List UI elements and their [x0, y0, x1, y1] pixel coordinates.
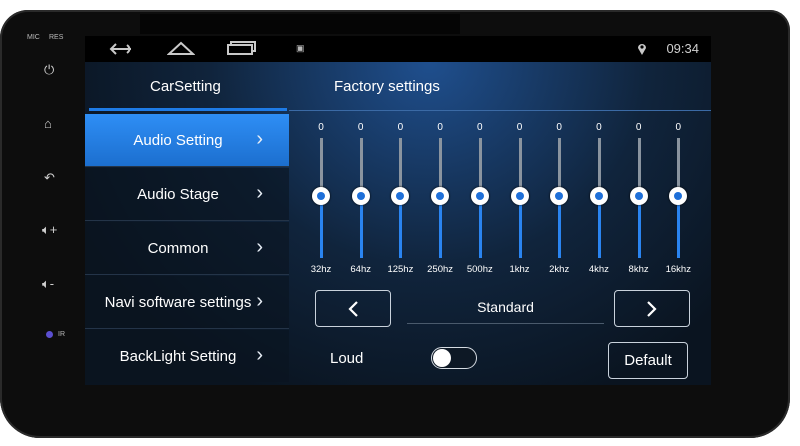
back-nav-icon[interactable] — [107, 42, 133, 56]
toggle-thumb — [433, 349, 451, 367]
eq-slider-knob[interactable] — [391, 187, 410, 205]
loud-toggle[interactable] — [431, 347, 477, 369]
menu-item-backlight-setting[interactable]: BackLight Setting › — [85, 330, 289, 382]
eq-slider-fill — [637, 196, 641, 258]
tab-divider — [289, 110, 711, 111]
back-hw-icon[interactable]: ↶ — [44, 170, 55, 186]
eq-band-frequency: 32hz — [310, 264, 332, 275]
eq-band-frequency: 250hz — [427, 264, 454, 275]
ir-label: IR — [58, 331, 65, 338]
tab-carsetting[interactable]: CarSetting — [150, 78, 221, 95]
chevron-right-icon: › — [256, 344, 263, 366]
eq-slider-knob[interactable] — [470, 187, 489, 205]
eq-band-value: 0 — [516, 122, 523, 133]
eq-band-value: 0 — [397, 122, 404, 133]
eq-band-frequency: 2khz — [549, 264, 570, 275]
eq-slider-knob[interactable] — [669, 187, 688, 205]
status-clock: 09:34 — [666, 41, 699, 56]
eq-slider-fill — [439, 196, 443, 258]
menu-item-navi-software[interactable]: Navi software settings › — [85, 276, 289, 329]
menu-item-audio-stage[interactable]: Audio Stage › — [85, 168, 289, 221]
eq-band-frequency: 125hz — [387, 264, 414, 275]
equalizer-panel: 0 32hz 0 64hz 0 125hz 0 250hz 0 500hz 0 1khz 0 2khz 0 4… — [289, 114, 711, 385]
power-icon[interactable]: ⏻ — [44, 62, 54, 78]
eq-band-frequency: 500hz — [466, 264, 493, 275]
eq-band-value: 0 — [318, 122, 324, 133]
eq-slider-fill — [518, 196, 522, 258]
chevron-left-icon — [348, 300, 358, 317]
settings-menu: Audio Setting › Audio Stage › Common › N… — [85, 114, 289, 385]
recent-apps-icon[interactable] — [226, 41, 258, 55]
eq-band-frequency: 16khz — [665, 264, 691, 275]
chevron-right-icon: › — [256, 236, 263, 258]
eq-band-frequency: 8khz — [628, 264, 649, 275]
eq-slider-fill — [558, 196, 562, 258]
eq-band-frequency: 4khz — [588, 264, 609, 275]
screen: ▣ 09:34 CarSetting Factory settings Audi… — [85, 36, 711, 385]
eq-slider-fill — [359, 196, 363, 258]
loud-label: Loud — [330, 350, 364, 367]
chevron-right-icon: › — [256, 128, 263, 150]
volume-up-icon[interactable]: 🔈︎+ — [42, 222, 57, 238]
eq-band-value: 0 — [675, 122, 682, 133]
eq-band-value: 0 — [357, 122, 364, 133]
home-nav-icon[interactable] — [167, 41, 195, 55]
location-pin-icon — [638, 44, 646, 55]
menu-item-common[interactable]: Common › — [85, 222, 289, 275]
eq-band-frequency: 64hz — [350, 264, 371, 275]
eq-band-value: 0 — [437, 122, 443, 133]
preset-prev-button[interactable] — [315, 290, 391, 327]
eq-slider-fill — [677, 196, 681, 258]
preset-next-button[interactable] — [614, 290, 690, 327]
eq-band-value: 0 — [635, 122, 642, 133]
menu-item-label: Audio Stage — [137, 185, 219, 203]
settings-content: CarSetting Factory settings Audio Settin… — [85, 62, 711, 385]
tab-bar: CarSetting Factory settings — [85, 62, 711, 114]
screenshot-icon: ▣ — [296, 43, 305, 53]
res-label: RES — [49, 34, 64, 41]
eq-band-value: 0 — [596, 122, 602, 133]
eq-slider-fill — [399, 196, 403, 258]
tab-factory-settings[interactable]: Factory settings — [334, 78, 440, 95]
eq-slider-knob[interactable] — [589, 187, 608, 205]
bezel-top-strip — [140, 14, 460, 34]
eq-band-value: 0 — [477, 122, 483, 133]
volume-down-icon[interactable]: 🔈︎- — [42, 276, 54, 292]
eq-slider-knob[interactable] — [550, 187, 569, 205]
chevron-right-icon: › — [256, 290, 263, 312]
eq-band-frequency: 1khz — [509, 264, 530, 275]
status-bar: ▣ 09:34 — [85, 36, 711, 62]
eq-slider-knob[interactable] — [312, 187, 330, 205]
chevron-right-icon — [647, 300, 657, 317]
eq-slider-knob[interactable] — [629, 187, 648, 205]
menu-item-label: Audio Setting — [133, 131, 223, 149]
mic-label: MIC — [27, 34, 40, 41]
default-button[interactable]: Default — [608, 342, 688, 379]
eq-slider-knob[interactable] — [431, 187, 450, 205]
preset-name: Standard — [407, 290, 604, 324]
active-tab-indicator — [89, 108, 287, 111]
chevron-right-icon: › — [256, 182, 263, 204]
ir-sensor — [46, 331, 53, 338]
home-hw-icon[interactable]: ⌂ — [44, 116, 52, 131]
eq-band-value: 0 — [556, 122, 562, 133]
eq-slider-fill — [478, 196, 482, 258]
menu-item-audio-setting[interactable]: Audio Setting › — [85, 114, 289, 167]
eq-slider-knob[interactable] — [351, 187, 370, 205]
menu-item-label: Navi software settings — [104, 293, 252, 311]
eq-slider-knob[interactable] — [510, 187, 529, 205]
menu-item-label: Common — [147, 239, 209, 257]
menu-item-label: BackLight Setting — [119, 347, 237, 365]
eq-slider-fill — [320, 196, 323, 258]
eq-slider-fill — [597, 196, 601, 258]
